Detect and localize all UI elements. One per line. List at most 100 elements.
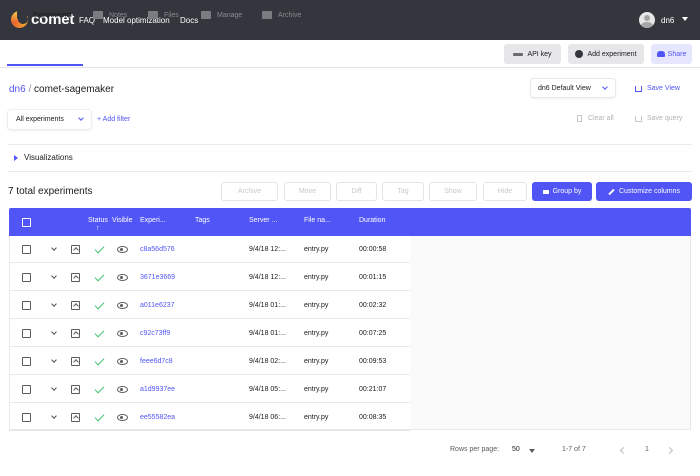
- column-visible[interactable]: Visible: [112, 217, 133, 224]
- expand-chevron-icon[interactable]: [51, 385, 57, 391]
- column-duration[interactable]: Duration: [359, 217, 385, 224]
- eye-icon[interactable]: [117, 386, 128, 393]
- eye-icon[interactable]: [117, 414, 128, 421]
- table-footer: [9, 429, 691, 472]
- expand-chevron-icon[interactable]: [51, 301, 57, 307]
- diff-button[interactable]: Diff: [336, 182, 377, 201]
- archive-button[interactable]: Archive: [221, 182, 278, 201]
- nav-docs[interactable]: Docs: [180, 16, 198, 25]
- save-query-button[interactable]: Save query: [635, 115, 682, 122]
- experiment-id-link[interactable]: c92c73ff9: [140, 330, 170, 337]
- rows-per-page-label: Rows per page:: [450, 446, 500, 453]
- pin-icon[interactable]: [71, 357, 80, 366]
- eye-icon[interactable]: [117, 274, 128, 281]
- expand-chevron-icon[interactable]: [51, 357, 57, 363]
- archive-icon: [262, 11, 272, 19]
- row-checkbox[interactable]: [22, 385, 31, 394]
- experiment-scope-select[interactable]: All experiments: [8, 110, 91, 129]
- pin-icon[interactable]: [71, 385, 80, 394]
- save-query-label: Save query: [647, 115, 683, 122]
- eye-icon[interactable]: [117, 358, 128, 365]
- tab-manage[interactable]: Manage: [201, 10, 242, 20]
- breadcrumb-separator: /: [28, 84, 32, 95]
- tab-experiments-label: Experiments: [33, 11, 72, 19]
- table-row[interactable]: 3671e3669 9/4/18 12:... entry.py 00:01:1…: [9, 264, 410, 291]
- expand-chevron-icon[interactable]: [51, 329, 57, 335]
- add-circle-icon: [575, 50, 584, 58]
- experiment-id-link[interactable]: a1d9937ee: [140, 386, 175, 393]
- column-status[interactable]: Status: [88, 217, 108, 224]
- row-checkbox[interactable]: [22, 413, 31, 422]
- hide-label: Hide: [497, 188, 513, 195]
- check-icon: [94, 299, 105, 310]
- row-checkbox[interactable]: [22, 273, 31, 282]
- caret-down-icon[interactable]: [529, 449, 535, 453]
- column-server-time[interactable]: Server ...: [249, 217, 277, 224]
- pin-icon[interactable]: [71, 273, 80, 282]
- expand-chevron-icon[interactable]: [51, 413, 57, 419]
- check-icon: [94, 355, 105, 366]
- table-row[interactable]: feee6d7c8 9/4/18 02:... entry.py 00:09:5…: [9, 348, 410, 375]
- experiment-id-link[interactable]: 3671e3669: [140, 274, 175, 281]
- expand-chevron-icon[interactable]: [51, 245, 57, 251]
- pin-icon[interactable]: [71, 301, 80, 310]
- total-experiments: 7 total experiments: [8, 186, 93, 197]
- pin-icon[interactable]: [71, 245, 80, 254]
- expand-chevron-icon[interactable]: [51, 273, 57, 279]
- user-name[interactable]: dn6: [661, 16, 674, 25]
- tab-experiments[interactable]: Experiments: [17, 10, 72, 20]
- divider: [8, 144, 692, 145]
- column-experiment[interactable]: Experi...: [140, 217, 166, 224]
- pin-icon[interactable]: [71, 329, 80, 338]
- pencil-icon: [608, 188, 615, 195]
- table-row[interactable]: ee55582ea 9/4/18 06:... entry.py 00:08:3…: [9, 404, 410, 431]
- share-button[interactable]: Share: [651, 44, 692, 64]
- row-checkbox[interactable]: [22, 329, 31, 338]
- tab-archive[interactable]: Archive: [262, 10, 301, 20]
- visualizations-toggle[interactable]: Visualizations: [14, 153, 73, 162]
- api-key-button[interactable]: API key: [504, 44, 561, 64]
- experiment-id-link[interactable]: feee6d7c8: [140, 358, 173, 365]
- experiment-id-link[interactable]: a011e6237: [140, 302, 175, 309]
- eye-icon[interactable]: [117, 246, 128, 253]
- column-file-name[interactable]: File na...: [304, 217, 331, 224]
- row-checkbox[interactable]: [22, 245, 31, 254]
- table-row[interactable]: c92c73ff9 9/4/18 01:... entry.py 00:07:2…: [9, 320, 410, 347]
- experiment-id-link[interactable]: ee55582ea: [140, 414, 175, 421]
- tab-files[interactable]: Files: [148, 10, 179, 20]
- page-number[interactable]: 1: [645, 446, 649, 453]
- pin-icon[interactable]: [71, 413, 80, 422]
- active-tab-indicator: [7, 64, 83, 66]
- tab-notes[interactable]: Notes: [93, 10, 127, 20]
- caret-right-icon: [14, 154, 18, 161]
- breadcrumb-workspace[interactable]: dn6: [9, 84, 26, 95]
- user-menu-caret-icon[interactable]: [682, 17, 688, 21]
- add-filter-button[interactable]: + Add filter: [97, 116, 130, 123]
- show-button[interactable]: Show: [429, 182, 477, 201]
- table-row[interactable]: a1d9937ee 9/4/18 05:... entry.py 00:21:0…: [9, 376, 410, 403]
- eye-icon[interactable]: [117, 330, 128, 337]
- column-tags[interactable]: Tags: [195, 217, 210, 224]
- duration-cell: 00:08:35: [359, 414, 387, 421]
- customize-columns-button[interactable]: Customize columns: [596, 182, 692, 201]
- rows-per-page-select[interactable]: 50: [512, 446, 520, 453]
- view-select[interactable]: dn6 Default View: [531, 79, 615, 97]
- file-name-cell: entry.py: [304, 274, 329, 281]
- tag-button[interactable]: Tag: [382, 182, 424, 201]
- row-checkbox[interactable]: [22, 357, 31, 366]
- group-by-button[interactable]: Group by: [532, 182, 592, 201]
- experiment-id-link[interactable]: c8a56d576: [140, 246, 175, 253]
- avatar[interactable]: [639, 12, 655, 28]
- save-view-button[interactable]: Save View: [635, 85, 680, 92]
- archive-label: Archive: [237, 188, 262, 195]
- check-icon: [94, 411, 105, 422]
- move-button[interactable]: Move: [284, 182, 331, 201]
- hide-button[interactable]: Hide: [483, 182, 527, 201]
- clear-all-button[interactable]: Clear all: [577, 115, 614, 122]
- row-checkbox[interactable]: [22, 301, 31, 310]
- eye-icon[interactable]: [117, 302, 128, 309]
- add-experiment-button[interactable]: Add experiment: [568, 44, 644, 64]
- select-all-checkbox[interactable]: [22, 218, 31, 227]
- table-row[interactable]: a011e6237 9/4/18 01:... entry.py 00:02:3…: [9, 292, 410, 319]
- table-row[interactable]: c8a56d576 9/4/18 12:... entry.py 00:00:5…: [9, 236, 410, 263]
